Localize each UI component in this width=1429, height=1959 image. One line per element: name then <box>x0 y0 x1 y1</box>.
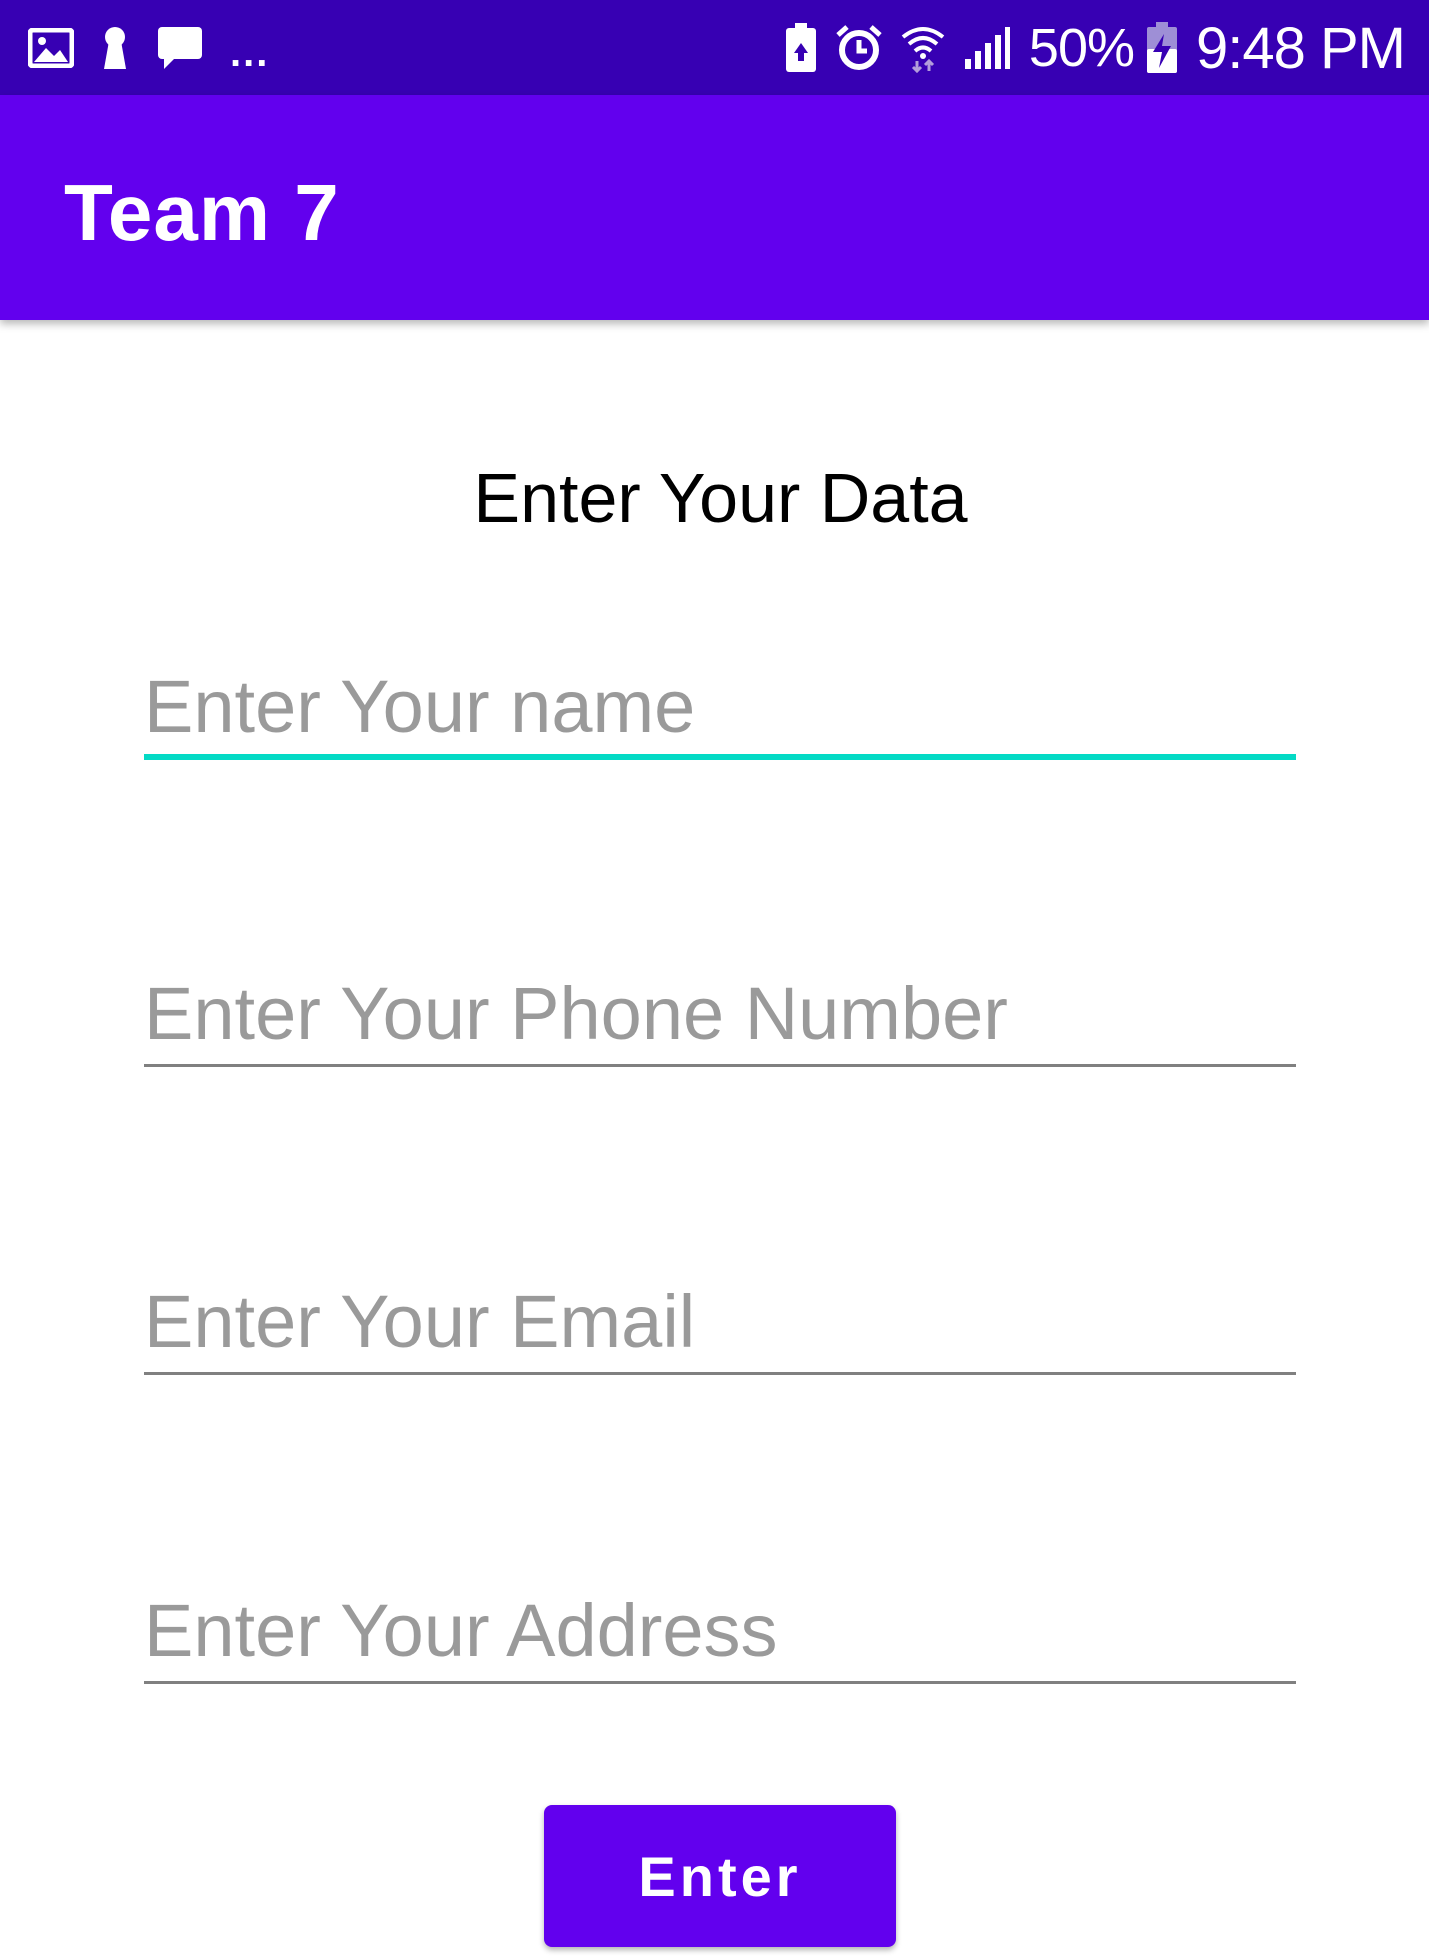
email-input[interactable] <box>144 1279 1296 1363</box>
email-field[interactable] <box>144 1279 1296 1375</box>
more-notifications-indicator: ... <box>230 30 270 75</box>
battery-percent: 50% <box>1028 18 1135 78</box>
wifi-icon <box>901 23 945 73</box>
phone-input[interactable] <box>144 971 1296 1055</box>
signal-icon <box>963 25 1011 71</box>
name-field[interactable] <box>144 664 1296 760</box>
app-bar: Team 7 <box>0 95 1429 320</box>
app-title: Team 7 <box>64 168 340 257</box>
email-field-underline <box>144 1372 1296 1375</box>
chat-icon <box>156 25 204 71</box>
battery-saver-icon <box>785 23 817 73</box>
clock: 9:48 PM <box>1196 15 1406 81</box>
name-input[interactable] <box>144 664 1296 748</box>
phone-field-underline <box>144 1064 1296 1067</box>
alarm-icon <box>835 24 883 72</box>
name-field-underline <box>144 754 1296 760</box>
address-field[interactable] <box>144 1588 1296 1684</box>
address-input[interactable] <box>144 1588 1296 1672</box>
keyhole-icon <box>100 25 130 71</box>
enter-button[interactable]: Enter <box>544 1805 896 1947</box>
status-bar: ... 50% 9:48 PM <box>0 0 1429 95</box>
form-heading: Enter Your Data <box>473 459 968 537</box>
notification-icons: ... <box>28 18 269 78</box>
phone-field[interactable] <box>144 971 1296 1067</box>
system-status: 50% 9:48 PM <box>785 12 1406 84</box>
battery-charging-icon <box>1146 22 1178 74</box>
address-field-underline <box>144 1681 1296 1684</box>
gallery-icon <box>28 28 74 68</box>
